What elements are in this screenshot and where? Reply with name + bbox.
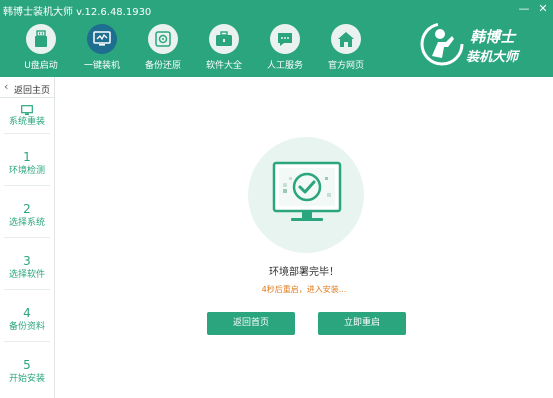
sidebar-step-start-install: 5 开始安装 xyxy=(0,358,54,385)
nav-label: 官方网页 xyxy=(327,61,364,71)
nav-usb-boot[interactable]: U盘启动 xyxy=(11,18,71,76)
monitor-icon xyxy=(87,24,117,54)
nav-backup-restore[interactable]: 备份还原 xyxy=(133,18,193,76)
sidebar-step-system-reinstall: 系统重装 xyxy=(0,101,54,128)
briefcase-icon xyxy=(209,24,239,54)
sidebar-step-select-system: 2 选择系统 xyxy=(0,202,54,229)
step-label: 开始安装 xyxy=(8,374,45,384)
sidebar-step-env-check: 1 环境检测 xyxy=(0,150,54,177)
step-label: 环境检测 xyxy=(8,166,45,176)
step-label: 备份资料 xyxy=(8,322,45,332)
home-icon xyxy=(331,24,361,54)
restart-now-button[interactable]: 立即重启 xyxy=(318,312,406,335)
nav-label: 软件大全 xyxy=(205,61,242,71)
nav-label: 人工服务 xyxy=(266,61,303,71)
step-number: 1 xyxy=(23,150,31,164)
sidebar: ‹ 返回主页 系统重装 1 环境检测 2 选择系统 3 选择软件 4 备份资料 xyxy=(0,77,55,398)
top-bar: 韩博士装机大师 v.12.6.48.1930 — ✕ U盘启动 一键装机 备份还… xyxy=(0,0,553,77)
brand-name: 韩博士 xyxy=(470,28,516,46)
usb-drive-icon xyxy=(26,24,56,54)
nav-label: U盘启动 xyxy=(24,61,58,71)
monitor-check-icon xyxy=(248,137,364,253)
step-label: 选择软件 xyxy=(8,270,45,280)
monitor-icon xyxy=(0,101,54,115)
back-to-home-link[interactable]: ‹ 返回主页 xyxy=(0,79,54,98)
nav-label: 备份还原 xyxy=(144,61,181,71)
nav-software[interactable]: 软件大全 xyxy=(194,18,254,76)
brand-mascot-icon xyxy=(420,22,464,66)
sidebar-step-backup-data: 4 备份资料 xyxy=(0,306,54,333)
status-title: 环境部署完毕！ xyxy=(269,267,339,278)
chat-icon xyxy=(270,24,300,54)
step-number: 5 xyxy=(23,358,31,372)
chevron-left-icon: ‹ xyxy=(4,80,9,93)
close-button[interactable]: ✕ xyxy=(536,2,550,16)
minimize-button[interactable]: — xyxy=(517,2,531,16)
brand-logo: 韩博士 装机大师 xyxy=(418,20,546,70)
step-number: 3 xyxy=(23,254,31,268)
divider xyxy=(4,185,50,186)
restart-countdown: 4秒后重启，进入安装... xyxy=(261,285,347,294)
nav-one-click-install[interactable]: 一键装机 xyxy=(72,18,132,76)
divider xyxy=(4,237,50,238)
window-title: 韩博士装机大师 v.12.6.48.1930 xyxy=(3,7,152,18)
brand-subtitle: 装机大师 xyxy=(466,50,519,65)
divider xyxy=(4,133,50,134)
nav-human-service[interactable]: 人工服务 xyxy=(255,18,315,76)
step-label: 选择系统 xyxy=(8,218,45,228)
nav-label: 一键装机 xyxy=(83,61,120,71)
step-label: 系统重装 xyxy=(8,117,45,127)
sidebar-step-select-software: 3 选择软件 xyxy=(0,254,54,281)
divider xyxy=(4,341,50,342)
backup-icon xyxy=(148,24,178,54)
main-content: 环境部署完毕！ 4秒后重启，进入安装... 返回首页 立即重启 xyxy=(55,77,553,398)
nav-official-site[interactable]: 官方网页 xyxy=(316,18,376,76)
step-number: 4 xyxy=(23,306,31,320)
back-home-button[interactable]: 返回首页 xyxy=(207,312,295,335)
step-number: 2 xyxy=(23,202,31,216)
divider xyxy=(4,289,50,290)
back-label: 返回主页 xyxy=(14,86,51,96)
